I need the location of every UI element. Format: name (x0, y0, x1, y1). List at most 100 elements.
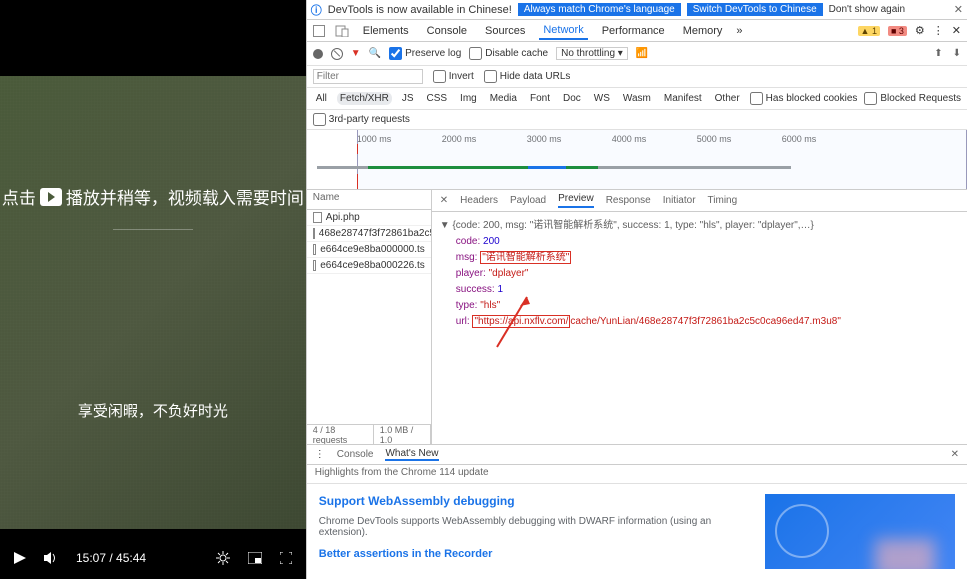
close-info-icon[interactable]: ✕ (954, 3, 963, 16)
tab-console[interactable]: Console (423, 23, 471, 39)
file-icon (313, 260, 316, 271)
close-preview-icon[interactable]: ✕ (440, 195, 448, 206)
errors-badge[interactable]: ■ 3 (888, 26, 907, 36)
tab-initiator[interactable]: Initiator (663, 195, 696, 206)
filter-doc[interactable]: Doc (560, 92, 584, 105)
filter-row: Invert Hide data URLs (307, 66, 967, 88)
filter-all[interactable]: All (313, 92, 330, 105)
throttling-select[interactable]: No throttling ▾ (556, 47, 628, 60)
filter-icon[interactable]: ▼ (351, 48, 361, 59)
close-drawer-icon[interactable]: ✕ (951, 449, 959, 460)
request-list-footer: 4 / 18 requests 1.0 MB / 1.0 (307, 424, 431, 444)
play-button[interactable] (14, 552, 26, 564)
drawer-content: Support WebAssembly debugging Chrome Dev… (307, 484, 967, 579)
whatsnew-title: Support WebAssembly debugging (319, 494, 753, 508)
drawer-tab-console[interactable]: Console (337, 449, 374, 460)
tab-network[interactable]: Network (539, 22, 587, 40)
video-subtitle: 享受闲暇，不负好时光 (78, 400, 228, 421)
network-main: Name Api.php 468e28747f3f72861ba2c5... e… (307, 190, 967, 444)
clear-button[interactable] (331, 48, 343, 60)
hide-data-urls-checkbox[interactable]: Hide data URLs (484, 70, 571, 83)
device-icon[interactable] (335, 25, 349, 37)
wifi-icon[interactable]: 📶 (636, 48, 648, 59)
video-overlay-message: 点击 播放并稍等，视频载入需要时间 (2, 184, 304, 209)
request-row[interactable]: e664ce9e8ba000000.ts (307, 242, 431, 258)
download-icon[interactable]: ⬇ (953, 48, 961, 59)
play-icon (40, 188, 62, 206)
warnings-badge[interactable]: ▲ 1 (858, 26, 880, 36)
info-text: DevTools is now available in Chinese! (328, 4, 512, 16)
timeline[interactable]: 1000 ms 2000 ms 3000 ms 4000 ms 5000 ms … (307, 130, 967, 190)
video-canvas: 点击 播放并稍等，视频载入需要时间 享受闲暇，不负好时光 (0, 76, 306, 529)
settings-icon[interactable]: ⚙ (915, 24, 925, 37)
more-tabs-icon[interactable]: » (736, 25, 742, 37)
filter-font[interactable]: Font (527, 92, 553, 105)
filter-other[interactable]: Other (712, 92, 743, 105)
request-row[interactable]: Api.php (307, 210, 431, 226)
drawer-menu-icon[interactable]: ⋮ (315, 449, 325, 460)
pip-button[interactable] (248, 552, 262, 564)
video-controls: 15:07 / 45:44 (0, 537, 306, 579)
highlighted-msg: "诺讯智能解析系统" (480, 251, 571, 264)
drawer-tab-whatsnew[interactable]: What's New (385, 448, 438, 461)
type-filters: All Fetch/XHR JS CSS Img Media Font Doc … (307, 88, 967, 110)
divider (113, 229, 193, 230)
filter-input[interactable] (313, 69, 423, 84)
settings-button[interactable] (216, 551, 230, 565)
request-list-header: Name (307, 190, 431, 210)
info-icon: ⓘ (311, 2, 322, 18)
tab-memory[interactable]: Memory (679, 23, 727, 39)
drawer: ⋮ Console What's New ✕ Highlights from t… (307, 444, 967, 579)
tab-sources[interactable]: Sources (481, 23, 529, 39)
whatsnew-text: Chrome DevTools supports WebAssembly deb… (319, 516, 753, 538)
invert-checkbox[interactable]: Invert (433, 70, 474, 83)
third-party-row: 3rd-party requests (307, 110, 967, 130)
network-toolbar: ▼ 🔍 Preserve log Disable cache No thrott… (307, 42, 967, 66)
tab-preview[interactable]: Preview (558, 193, 594, 208)
file-icon (313, 244, 316, 255)
dont-show-button[interactable]: Don't show again (829, 4, 905, 15)
tab-headers[interactable]: Headers (460, 195, 498, 206)
filter-wasm[interactable]: Wasm (620, 92, 654, 105)
filter-manifest[interactable]: Manifest (661, 92, 705, 105)
filter-media[interactable]: Media (487, 92, 520, 105)
match-language-button[interactable]: Always match Chrome's language (518, 3, 681, 16)
switch-language-button[interactable]: Switch DevTools to Chinese (687, 3, 823, 16)
inspect-icon[interactable] (313, 25, 325, 37)
menu-icon[interactable]: ⋮ (933, 24, 944, 37)
record-button[interactable] (313, 49, 323, 59)
third-party-checkbox[interactable]: 3rd-party requests (313, 113, 410, 126)
search-icon[interactable]: 🔍 (369, 48, 381, 59)
time-display: 15:07 / 45:44 (76, 551, 146, 565)
filter-ws[interactable]: WS (591, 92, 613, 105)
tab-response[interactable]: Response (606, 195, 651, 206)
whatsnew-title-2: Better assertions in the Recorder (319, 548, 753, 560)
volume-button[interactable] (44, 552, 58, 564)
request-row[interactable]: e664ce9e8ba000226.ts (307, 258, 431, 274)
close-devtools-icon[interactable]: ✕ (952, 24, 961, 37)
request-row[interactable]: 468e28747f3f72861ba2c5... (307, 226, 431, 242)
filter-img[interactable]: Img (457, 92, 480, 105)
filter-css[interactable]: CSS (423, 92, 450, 105)
blocked-cookies-checkbox[interactable]: Has blocked cookies (750, 92, 858, 105)
upload-icon[interactable]: ⬆ (934, 48, 942, 59)
tab-elements[interactable]: Elements (359, 23, 413, 39)
tab-timing[interactable]: Timing (708, 195, 738, 206)
fullscreen-button[interactable] (280, 552, 292, 564)
drawer-subtitle: Highlights from the Chrome 114 update (307, 465, 967, 484)
msg-part-b: 播放并稍等，视频载入需要时间 (66, 184, 304, 209)
file-icon (313, 228, 315, 239)
file-icon (313, 212, 322, 223)
annotation-arrow (492, 292, 532, 352)
filter-js[interactable]: JS (399, 92, 417, 105)
disable-cache-checkbox[interactable]: Disable cache (469, 47, 548, 60)
blocked-requests-checkbox[interactable]: Blocked Requests (864, 92, 961, 105)
preview-body[interactable]: ▼ {code: 200, msg: "诺讯智能解析系统", success: … (432, 212, 967, 444)
devtools-panel: ⓘ DevTools is now available in Chinese! … (306, 0, 967, 579)
tab-performance[interactable]: Performance (598, 23, 669, 39)
info-bar: ⓘ DevTools is now available in Chinese! … (307, 0, 967, 20)
preserve-log-checkbox[interactable]: Preserve log (389, 47, 461, 60)
filter-fetchxhr[interactable]: Fetch/XHR (337, 92, 392, 105)
preview-tabs: ✕ Headers Payload Preview Response Initi… (432, 190, 967, 212)
tab-payload[interactable]: Payload (510, 195, 546, 206)
